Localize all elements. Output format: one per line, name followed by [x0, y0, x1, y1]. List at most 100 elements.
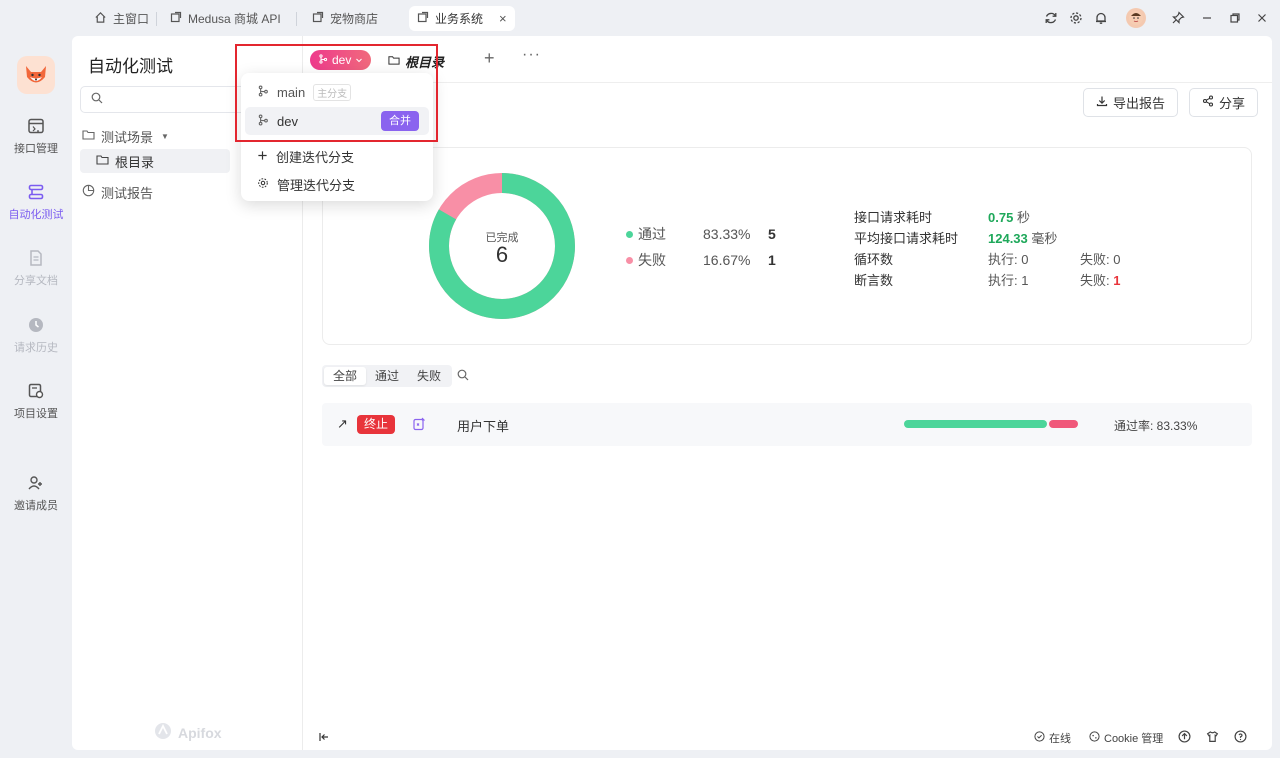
rail-item-request-history[interactable]: 请求历史: [0, 315, 72, 355]
stat-assert-label: 断言数: [854, 273, 894, 288]
main-branch-tag: 主分支: [313, 83, 352, 101]
add-tab-button[interactable]: +: [484, 48, 495, 69]
legend-label: 通过: [638, 226, 666, 242]
stat-assert-exec: 执行: 1: [988, 273, 1029, 288]
brand-label: Apifox: [178, 724, 222, 741]
tab-pet-store[interactable]: 宠物商店: [304, 6, 386, 31]
title-bar: 主窗口 Medusa 商城 API 宠物商店 业务系统 ×: [0, 0, 1280, 36]
tab-medusa-api[interactable]: Medusa 商城 API: [162, 6, 289, 31]
merge-button[interactable]: 合并: [381, 111, 419, 131]
value: 0.75: [988, 210, 1014, 225]
menu-item-label: 创建迭代分支: [276, 149, 355, 165]
collapse-sidebar-icon[interactable]: [318, 731, 330, 746]
branch-option-main[interactable]: main 主分支: [245, 78, 429, 106]
tab-label: 宠物商店: [330, 12, 379, 26]
expand-arrow-icon[interactable]: ↗: [337, 416, 348, 432]
progress-pass-bar: [904, 420, 1047, 428]
legend-count: 1: [768, 252, 776, 268]
more-icon[interactable]: ···: [522, 46, 541, 64]
tree-node-label: 根目录: [115, 154, 155, 170]
tree-node-test-scenes[interactable]: 测试场景 ▼: [82, 124, 169, 148]
branch-dropdown-menu: main 主分支 dev 合并 创建迭代分支 管理迭代分支: [241, 73, 433, 201]
pass-dot: [626, 230, 633, 238]
search-icon[interactable]: [457, 369, 469, 384]
branch-name: dev: [277, 113, 298, 129]
rail-item-invite-members[interactable]: 邀请成员: [0, 473, 72, 513]
branch-icon: [318, 53, 328, 67]
refresh-icon[interactable]: [1042, 9, 1060, 27]
status-badge: 终止: [357, 415, 396, 434]
export-report-button[interactable]: 导出报告: [1083, 88, 1179, 117]
value: 1: [1113, 273, 1121, 288]
pie-chart-icon: [82, 184, 95, 200]
caret-down-icon: ▼: [161, 131, 169, 141]
tree-node-root[interactable]: 根目录: [80, 149, 230, 173]
status-bar: 在线 Cookie 管理: [304, 724, 1272, 750]
online-status[interactable]: 在线: [1034, 730, 1071, 746]
pass-rate-label: 通过率: 83.33%: [1114, 419, 1198, 433]
tab-main-window[interactable]: 主窗口: [86, 6, 157, 31]
restore-icon[interactable]: [1226, 9, 1244, 27]
manage-branches-item[interactable]: 管理迭代分支: [245, 170, 429, 198]
branch-option-dev[interactable]: dev 合并: [245, 107, 429, 135]
close-icon[interactable]: ×: [499, 11, 507, 26]
rail-item-label: 项目设置: [14, 408, 58, 420]
tshirt-icon[interactable]: [1206, 730, 1219, 746]
fox-logo-icon[interactable]: [17, 56, 55, 94]
folder-icon: [388, 54, 400, 69]
menu-item-label: 管理迭代分支: [277, 177, 356, 193]
pin-icon[interactable]: [1169, 9, 1187, 27]
rail-item-label: 请求历史: [14, 342, 58, 354]
cookie-management[interactable]: Cookie 管理: [1089, 730, 1163, 746]
folder-icon: [96, 153, 109, 169]
branch-selector[interactable]: dev: [310, 50, 372, 70]
gear-icon[interactable]: [1067, 9, 1085, 27]
branch-name: main: [277, 84, 306, 100]
create-branch-item[interactable]: 创建迭代分支: [245, 142, 429, 170]
tree-node-test-reports[interactable]: 测试报告: [82, 180, 153, 204]
branch-icon: [257, 114, 269, 129]
stat-avg-time-value: 124.33 毫秒: [988, 228, 1057, 247]
minimize-icon[interactable]: [1198, 9, 1216, 27]
check-circle-icon: [1034, 731, 1045, 745]
tab-root-directory[interactable]: 根目录: [388, 52, 444, 71]
button-label: 导出报告: [1113, 96, 1166, 111]
filter-pass[interactable]: 通过: [366, 367, 408, 385]
filter-fail[interactable]: 失败: [408, 367, 450, 385]
sidebar-title: 自动化测试: [88, 57, 173, 76]
document-icon: [26, 248, 46, 268]
scene-name: 用户下单: [457, 419, 510, 434]
chevron-down-icon: [355, 53, 363, 67]
cookie-icon: [1089, 731, 1100, 745]
rail-item-share-docs[interactable]: 分享文档: [0, 248, 72, 288]
rail-item-label: 接口管理: [14, 143, 58, 155]
rail-item-label: 自动化测试: [8, 209, 64, 221]
tab-business-system[interactable]: 业务系统 ×: [409, 6, 515, 31]
filter-all[interactable]: 全部: [324, 367, 367, 385]
tree-node-label: 测试场景: [101, 129, 154, 145]
rail-item-project-settings[interactable]: 项目设置: [0, 381, 72, 421]
tab-label: Medusa 商城 API: [188, 12, 281, 26]
share-button[interactable]: 分享: [1189, 88, 1259, 117]
help-icon[interactable]: [1234, 730, 1247, 746]
legend-label: 失败: [638, 252, 666, 268]
left-rail: 接口管理 自动化测试 分享文档 请求历史 项目设置 邀请成员: [0, 36, 72, 758]
rail-item-api-management[interactable]: 接口管理: [0, 116, 72, 156]
bell-icon[interactable]: [1092, 9, 1110, 27]
user-avatar[interactable]: [1126, 8, 1146, 28]
rail-item-automation[interactable]: 自动化测试: [0, 182, 72, 222]
cookie-label: Cookie 管理: [1104, 733, 1164, 745]
button-label: 分享: [1219, 96, 1246, 111]
upload-icon[interactable]: [1178, 730, 1191, 746]
unit: 秒: [1016, 210, 1030, 225]
plus-icon: [257, 149, 268, 164]
table-row[interactable]: ↗ 终止 用户下单 通过率: 83.33%: [322, 403, 1252, 446]
result-filter-segment: 全部 通过 失败: [322, 365, 453, 387]
summary-card: 已完成 6 通过 83.33% 5 失败 16.67% 1 接口请求耗时 0.7…: [322, 147, 1252, 345]
external-icon: [417, 11, 429, 26]
legend-count: 5: [768, 226, 776, 242]
legend-percent: 16.67%: [703, 252, 751, 268]
tab-label: 业务系统: [435, 12, 484, 26]
close-window-icon[interactable]: [1253, 9, 1271, 27]
stat-loop-label: 循环数: [854, 252, 894, 267]
